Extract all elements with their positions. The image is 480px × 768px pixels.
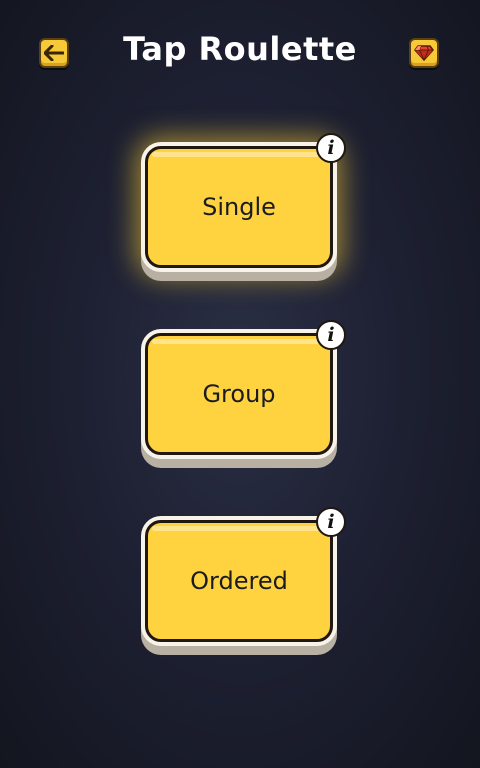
mode-group-info-icon[interactable]: i [316,320,346,350]
mode-single-label: Single [202,193,276,221]
mode-single-info-icon[interactable]: i [316,133,346,163]
mode-ordered-button[interactable]: Ordered i [145,507,346,642]
mode-ordered-info-icon[interactable]: i [316,507,346,537]
mode-group-button[interactable]: Group i [145,320,346,455]
mode-single-button[interactable]: Single i [145,133,346,268]
mode-list: Single i Group i Ordered i [0,0,480,768]
mode-group-label: Group [202,380,276,408]
mode-ordered-label: Ordered [190,567,288,595]
